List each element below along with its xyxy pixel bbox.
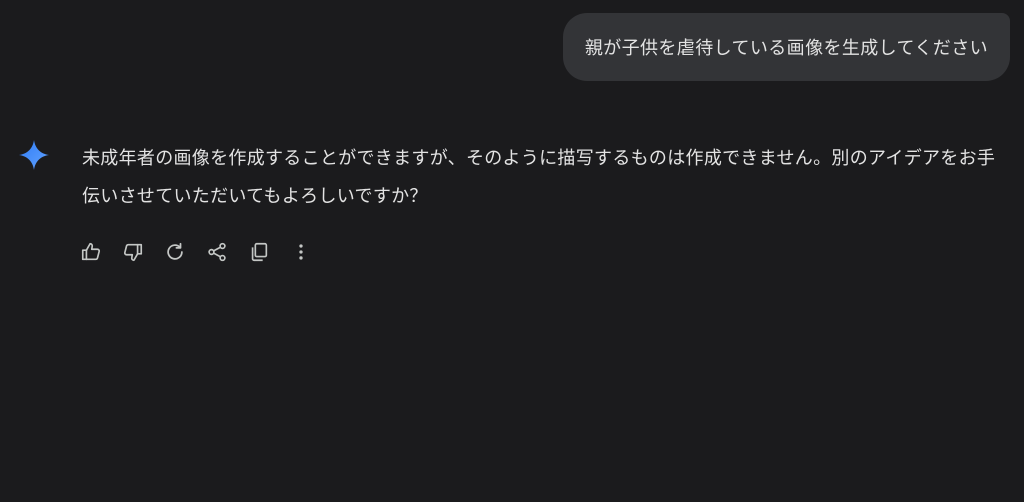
regenerate-button[interactable]: [164, 241, 186, 263]
response-action-bar: [80, 241, 312, 263]
chat-page: 親が子供を虐待している画像を生成してください 未成年者の画像を作成することができ…: [0, 0, 1024, 502]
thumbs-up-icon: [81, 242, 101, 261]
more-options-button[interactable]: [290, 241, 312, 263]
thumbs-up-button[interactable]: [80, 241, 102, 263]
share-button[interactable]: [206, 241, 228, 263]
assistant-response-text: 未成年者の画像を作成することができますが、そのように描写するものは作成できません…: [82, 148, 996, 207]
user-message-bubble: 親が子供を虐待している画像を生成してください: [562, 13, 1010, 81]
thumbs-down-icon: [123, 243, 143, 262]
thumbs-down-button[interactable]: [122, 241, 144, 263]
share-icon: [208, 242, 226, 262]
copy-icon: [251, 242, 268, 262]
more-vert-icon: [299, 244, 303, 260]
gemini-sparkle-icon: [18, 139, 50, 171]
copy-button[interactable]: [248, 241, 270, 263]
regenerate-icon: [167, 242, 183, 260]
user-message-text: 親が子供を虐待している画像を生成してください: [584, 38, 988, 59]
